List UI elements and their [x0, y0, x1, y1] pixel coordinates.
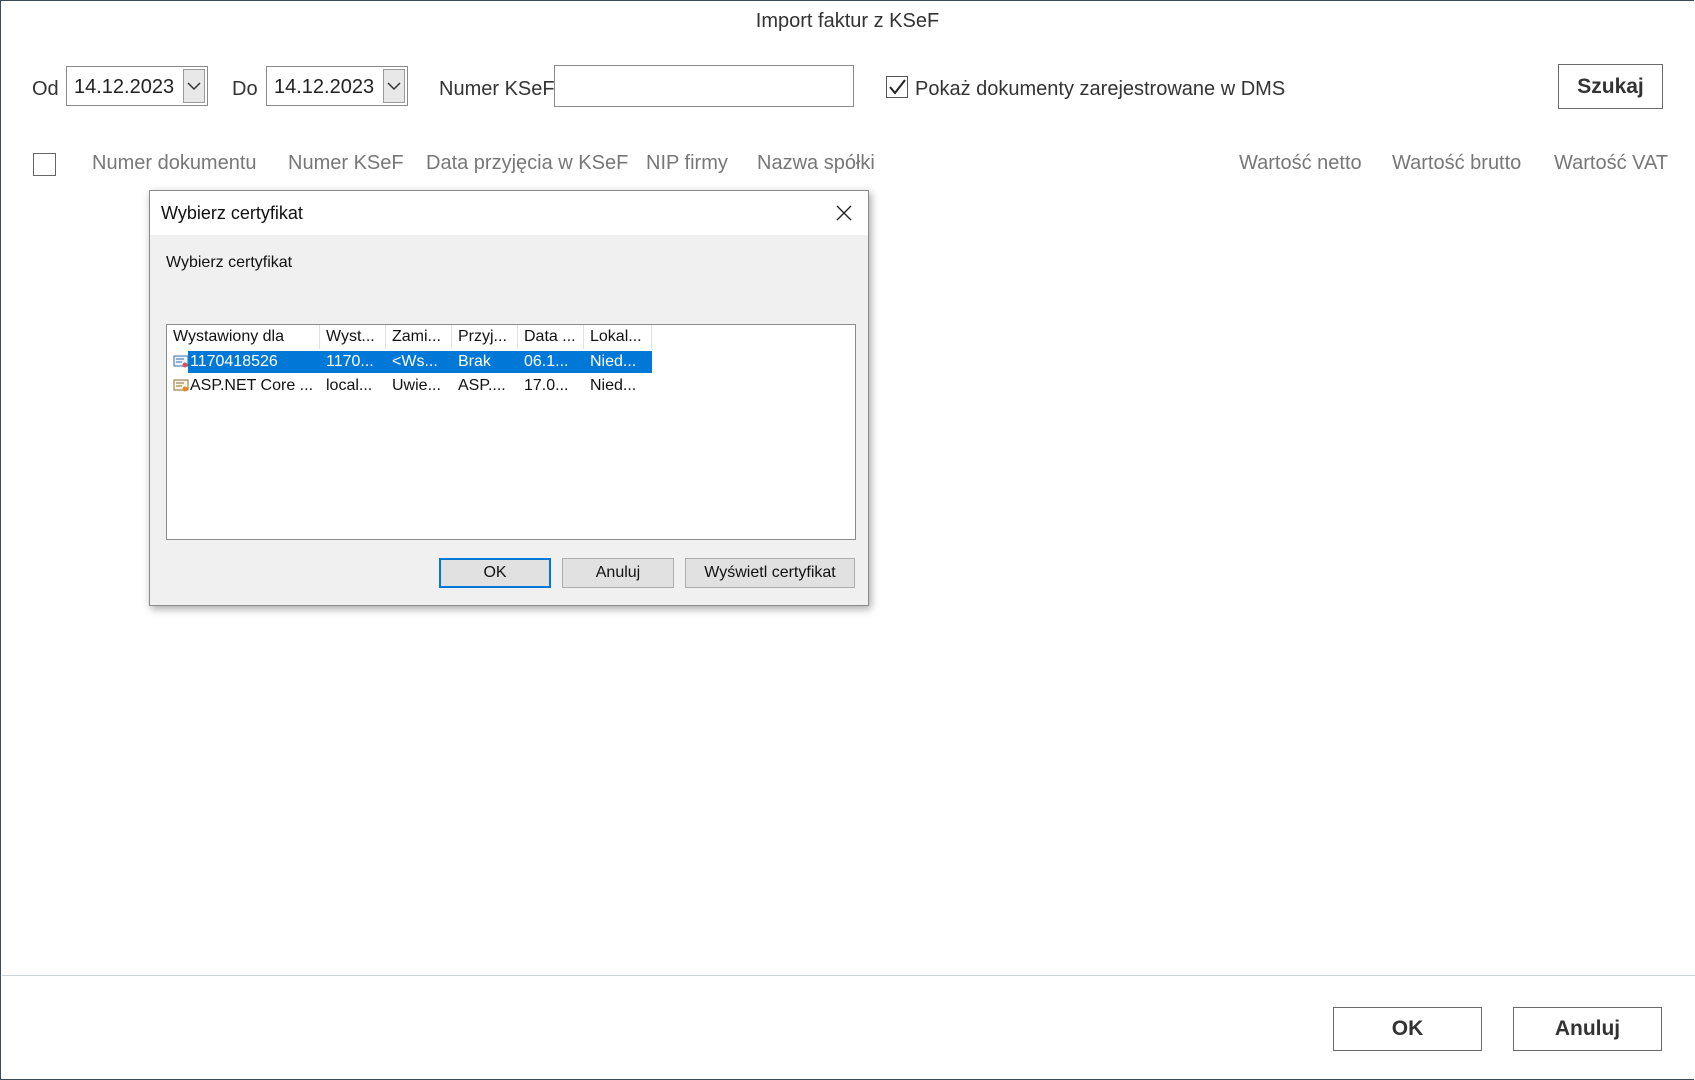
- footer-separator: [2, 975, 1695, 976]
- ksef-number-input[interactable]: [554, 65, 854, 107]
- chevron-down-icon: [187, 82, 201, 91]
- cell-expiration-date: 17.0...: [524, 377, 569, 394]
- from-date-value: 14.12.2023: [74, 76, 175, 98]
- ksef-number-label: Numer KSeF: [439, 78, 555, 100]
- cell-intended-purposes: Uwie...: [392, 377, 441, 394]
- column-vat-value[interactable]: Wartość VAT: [1554, 152, 1668, 175]
- dialog-title: Wybierz certyfikat: [161, 203, 303, 223]
- show-registered-label: Pokaż dokumenty zarejestrowane w DMS: [915, 78, 1286, 100]
- cell-issued-to: 1170418526: [190, 353, 278, 370]
- column-issued-by[interactable]: Wyst...: [320, 325, 386, 349]
- dialog-titlebar: Wybierz certyfikat: [150, 191, 868, 235]
- dialog-ok-button[interactable]: OK: [439, 558, 551, 588]
- cell-issued-to: ASP.NET Core ...: [190, 377, 314, 394]
- dialog-subtitle: Wybierz certyfikat: [166, 254, 293, 271]
- cell-expiration-date: 06.1...: [524, 353, 569, 370]
- view-certificate-button[interactable]: Wyświetl certyfikat: [685, 558, 855, 588]
- select-all-checkbox[interactable]: [33, 153, 56, 176]
- column-ksef-number[interactable]: Numer KSeF: [288, 152, 404, 175]
- checkmark-icon: [889, 79, 906, 95]
- cell-friendly-name: Brak: [458, 353, 491, 370]
- dialog-cancel-button[interactable]: Anuluj: [562, 558, 674, 588]
- column-issued-to[interactable]: Wystawiony dla: [167, 325, 320, 349]
- cell-location: Nied...: [590, 377, 637, 394]
- chevron-down-icon: [387, 82, 401, 91]
- certificate-list[interactable]: Wystawiony dla Wyst... Zami... Przyj... …: [166, 324, 856, 540]
- column-gross-value[interactable]: Wartość brutto: [1392, 152, 1521, 175]
- column-document-number[interactable]: Numer dokumentu: [92, 152, 257, 175]
- column-ksef-received-date[interactable]: Data przyjęcia w KSeF: [426, 152, 628, 175]
- column-company-name[interactable]: Nazwa spółki: [757, 152, 875, 175]
- column-intended-purposes[interactable]: Zami...: [386, 325, 452, 349]
- from-date-picker[interactable]: 14.12.2023: [66, 66, 208, 106]
- cell-friendly-name: ASP....: [458, 377, 506, 394]
- column-friendly-name[interactable]: Przyj...: [452, 325, 518, 349]
- column-net-value[interactable]: Wartość netto: [1239, 152, 1362, 175]
- search-button[interactable]: Szukaj: [1558, 64, 1663, 109]
- ok-button[interactable]: OK: [1333, 1007, 1482, 1051]
- window-title: Import faktur z KSeF: [755, 10, 940, 32]
- from-date-dropdown[interactable]: [183, 69, 205, 103]
- close-icon: [836, 205, 852, 221]
- certificate-icon: [173, 355, 189, 368]
- cell-intended-purposes: <Ws...: [392, 353, 438, 370]
- show-registered-checkbox[interactable]: [886, 76, 908, 98]
- column-expiration-date[interactable]: Data ...: [518, 325, 584, 349]
- certificate-list-header: Wystawiony dla Wyst... Zami... Przyj... …: [167, 325, 855, 349]
- column-company-nip[interactable]: NIP firmy: [646, 152, 728, 175]
- cell-issued-by: 1170...: [326, 353, 374, 370]
- certificate-dialog: Wybierz certyfikat Wybierz certyfikat Wy…: [149, 190, 869, 606]
- to-date-dropdown[interactable]: [383, 69, 405, 103]
- cell-location: Nied...: [590, 353, 637, 370]
- to-date-value: 14.12.2023: [274, 76, 375, 98]
- certificate-row[interactable]: ASP.NET Core ... local... Uwie... ASP...…: [167, 375, 855, 397]
- dialog-close-button[interactable]: [832, 201, 856, 225]
- cancel-button[interactable]: Anuluj: [1513, 1007, 1662, 1051]
- to-label: Do: [232, 78, 258, 100]
- certificate-row[interactable]: 1170418526 1170... <Ws... Brak 06.1... N…: [167, 351, 855, 373]
- column-location[interactable]: Lokal...: [584, 325, 652, 349]
- certificate-icon: [173, 379, 189, 392]
- to-date-picker[interactable]: 14.12.2023: [266, 66, 408, 106]
- from-label: Od: [32, 78, 59, 100]
- cell-issued-by: local...: [326, 377, 373, 394]
